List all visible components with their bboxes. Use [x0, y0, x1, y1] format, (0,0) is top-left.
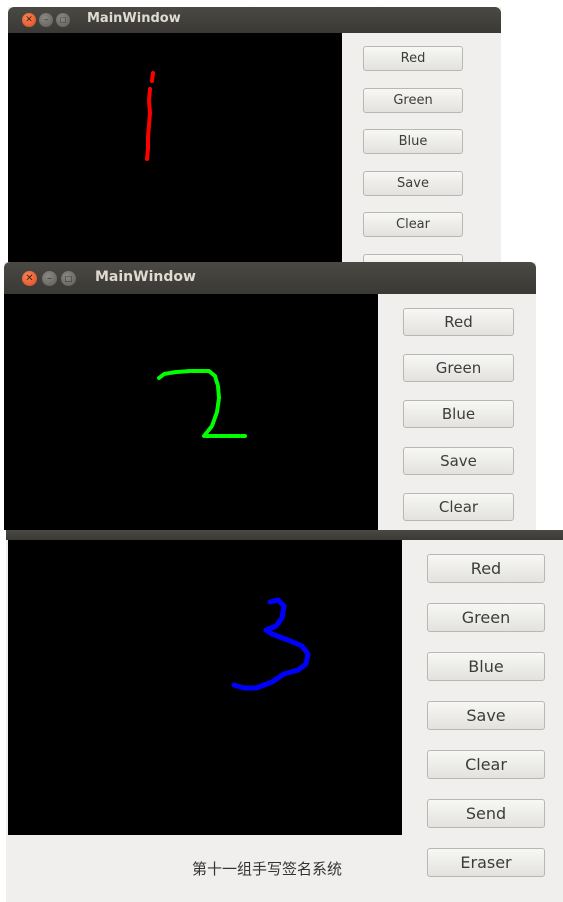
- main-window-2: ✕ – □ MainWindow Red Green Blue Save Cle…: [4, 262, 536, 530]
- button-panel: Red Green Blue Save Clear: [378, 294, 536, 530]
- clear-button[interactable]: Clear: [427, 750, 545, 779]
- drawn-stroke-3: [231, 597, 311, 691]
- main-window-1: ✕ – □ MainWindow Red Green Blue Save Cle…: [8, 7, 501, 262]
- red-button[interactable]: Red: [427, 554, 545, 583]
- drawn-stroke-1: [145, 71, 155, 161]
- save-button[interactable]: Save: [403, 447, 514, 475]
- green-button[interactable]: Green: [427, 603, 545, 632]
- eraser-button[interactable]: Eraser: [427, 848, 545, 877]
- window-title: MainWindow: [87, 11, 181, 26]
- system-title-label: 第十一组手写签名系统: [192, 860, 343, 878]
- blue-button[interactable]: Blue: [403, 400, 514, 428]
- title-bar: ✕ – □ MainWindow: [8, 7, 501, 33]
- drawing-canvas[interactable]: [4, 294, 378, 530]
- drawing-canvas[interactable]: [8, 33, 342, 262]
- minimize-icon[interactable]: –: [39, 13, 53, 27]
- title-bar: [6, 530, 563, 540]
- green-button[interactable]: Green: [363, 88, 463, 113]
- close-icon[interactable]: ✕: [22, 13, 36, 27]
- minimize-icon[interactable]: –: [42, 271, 57, 286]
- red-button[interactable]: Red: [403, 308, 514, 336]
- save-button[interactable]: Save: [427, 701, 545, 730]
- button-panel: Red Green Blue Save Clear: [342, 33, 501, 262]
- green-button[interactable]: Green: [403, 354, 514, 382]
- maximize-icon[interactable]: □: [56, 13, 70, 27]
- drawn-stroke-2: [157, 369, 247, 438]
- maximize-icon[interactable]: □: [61, 271, 76, 286]
- title-bar: ✕ – □ MainWindow: [4, 262, 536, 294]
- clear-button[interactable]: Clear: [363, 212, 463, 237]
- blue-button[interactable]: Blue: [427, 652, 545, 681]
- button-panel: Red Green Blue Save Clear Send Eraser: [402, 540, 563, 902]
- window-title: MainWindow: [95, 269, 196, 285]
- send-button[interactable]: Send: [427, 799, 545, 828]
- drawing-canvas[interactable]: [8, 540, 402, 835]
- hidden-button[interactable]: [363, 254, 463, 262]
- main-window-3: Red Green Blue Save Clear Send Eraser 第十…: [6, 530, 563, 902]
- save-button[interactable]: Save: [363, 171, 463, 196]
- clear-button[interactable]: Clear: [403, 493, 514, 521]
- red-button[interactable]: Red: [363, 46, 463, 71]
- blue-button[interactable]: Blue: [363, 129, 463, 154]
- close-icon[interactable]: ✕: [22, 271, 37, 286]
